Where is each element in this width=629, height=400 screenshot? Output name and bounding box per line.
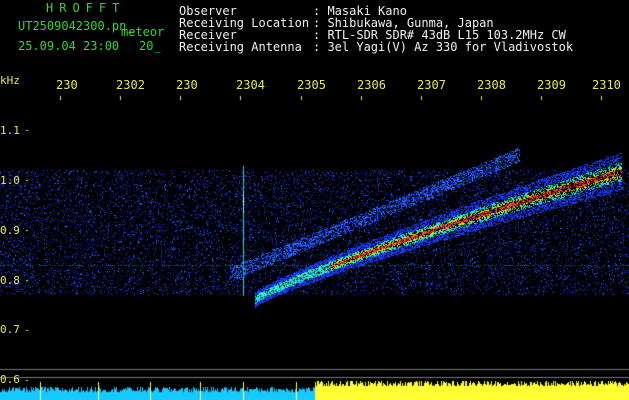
- file-name: UT2509042300.pn_: [18, 19, 134, 33]
- x-tick-label: 2308: [477, 78, 506, 92]
- counter: 20_: [139, 39, 161, 53]
- field-label-antenna: Receiving Antenna: [179, 40, 302, 54]
- y-tick-label: 0.7: [0, 323, 20, 336]
- x-tick-label: 2304: [236, 78, 265, 92]
- spectrogram-window: HROFFT UT2509042300.pn_ meteor 25.09.04 …: [0, 0, 629, 400]
- y-unit-label: kHz: [0, 74, 20, 87]
- station-code: HROFFT: [46, 1, 126, 15]
- date-time: 25.09.04 23:00: [18, 39, 120, 53]
- x-tick-label: 2310: [592, 78, 621, 92]
- x-tick-label: 230: [56, 78, 78, 92]
- x-tick-label: 2305: [297, 78, 326, 92]
- x-tick-label: 2307: [417, 78, 446, 92]
- field-value-antenna: : 3el Yagi(V) Az 330 for Vladivostok: [313, 40, 574, 54]
- spectrogram-canvas: [0, 0, 629, 400]
- y-tick-label: 0.8: [0, 274, 20, 287]
- x-tick-label: 2306: [357, 78, 386, 92]
- y-tick-label: 1.1: [0, 124, 20, 137]
- file-label: meteor: [121, 25, 165, 39]
- x-tick-label: 230: [176, 78, 198, 92]
- y-tick-label: 1.0: [0, 174, 20, 187]
- y-tick-label: 0.9: [0, 224, 20, 237]
- x-tick-label: 2309: [537, 78, 566, 92]
- y-tick-label: 0.6: [0, 373, 20, 386]
- x-tick-label: 2302: [116, 78, 145, 92]
